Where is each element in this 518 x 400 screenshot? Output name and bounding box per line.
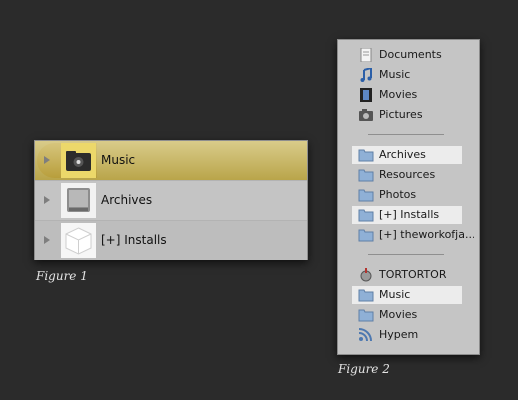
sidebar-item-music[interactable]: Music	[352, 66, 462, 84]
row-label: [+] Installs	[101, 233, 167, 247]
divider	[368, 134, 444, 135]
folder-icon	[358, 169, 374, 182]
sidebar-item-label: Movies	[379, 308, 418, 321]
disclosure-arrow-icon[interactable]	[44, 156, 50, 164]
folder-icon	[358, 189, 374, 202]
package-icon	[61, 223, 96, 258]
sidebar-item-label: TORTORTOR	[379, 268, 447, 281]
sidebar-item-label: Resources	[379, 168, 436, 181]
sidebar-item-label: Archives	[379, 148, 426, 161]
row-label: Music	[101, 153, 136, 167]
folder-icon	[358, 309, 374, 322]
music-folder-icon	[61, 143, 96, 178]
sidebar-item-movies-2[interactable]: Movies	[352, 306, 462, 324]
disclosure-arrow-icon[interactable]	[44, 236, 50, 244]
sidebar-item-label: Music	[379, 288, 411, 301]
sidebar-item-label: Documents	[379, 48, 442, 61]
folder-icon	[358, 149, 374, 162]
sidebar-item-photos[interactable]: Photos	[352, 186, 462, 204]
sidebar-item-tortortor[interactable]: TORTORTOR	[352, 266, 462, 284]
row-music[interactable]: Music	[35, 141, 307, 180]
network-server-icon	[360, 268, 372, 282]
music-note-icon	[360, 68, 372, 82]
sidebar-item-archives[interactable]: Archives	[352, 146, 462, 164]
sidebar-item-theworkofja[interactable]: [+] theworkofja...	[352, 226, 474, 244]
sidebar-item-label: Hypem	[379, 328, 419, 341]
document-icon	[360, 48, 372, 62]
sidebar-item-pictures[interactable]: Pictures	[352, 106, 462, 124]
figure2-sidebar: Documents Music Movies Pictures Archives	[337, 39, 480, 355]
divider	[368, 254, 444, 255]
drive-icon	[61, 183, 96, 218]
sidebar-item-label: [+] theworkofja...	[379, 228, 474, 241]
row-label: Archives	[101, 193, 153, 207]
sidebar-item-resources[interactable]: Resources	[352, 166, 462, 184]
sidebar-item-label: Movies	[379, 88, 418, 101]
figure2-caption: Figure 2	[338, 362, 390, 376]
film-icon	[360, 88, 372, 102]
sidebar-item-label: Photos	[379, 188, 417, 201]
sidebar-item-documents[interactable]: Documents	[352, 46, 462, 64]
row-archives[interactable]: Archives	[35, 180, 307, 220]
camera-icon	[359, 109, 373, 121]
sidebar-item-label: [+] Installs	[379, 208, 440, 221]
folder-icon	[358, 229, 374, 242]
sidebar-item-music-2[interactable]: Music	[352, 286, 462, 304]
sidebar-item-movies[interactable]: Movies	[352, 86, 462, 104]
row-installs[interactable]: [+] Installs	[35, 220, 307, 260]
sidebar-item-installs[interactable]: [+] Installs	[352, 206, 462, 224]
folder-icon	[358, 209, 374, 222]
sidebar-item-label: Music	[379, 68, 411, 81]
disclosure-arrow-icon[interactable]	[44, 196, 50, 204]
sidebar-item-hypem[interactable]: Hypem	[352, 326, 462, 344]
figure1-panel: Music Archives [+] Installs	[34, 140, 308, 260]
folder-icon	[358, 289, 374, 302]
sidebar-item-label: Pictures	[379, 108, 423, 121]
rss-feed-icon	[358, 328, 372, 342]
figure1-caption: Figure 1	[36, 269, 88, 283]
